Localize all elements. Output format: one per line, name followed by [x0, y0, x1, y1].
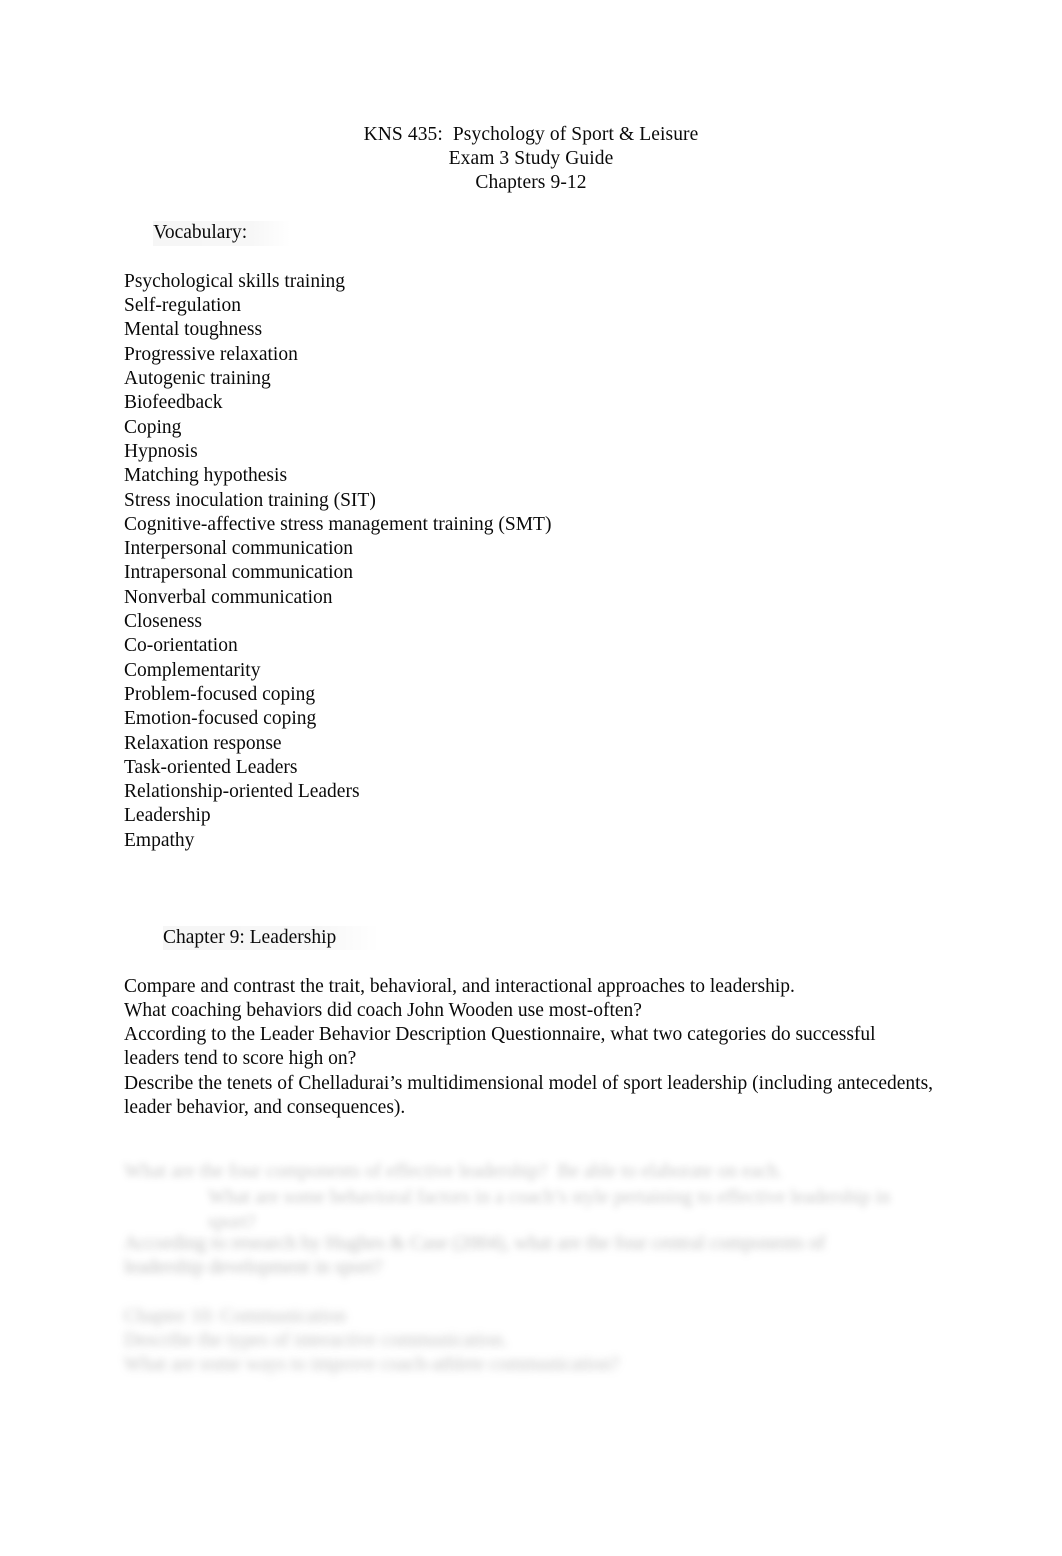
degraded-line: What are the four components of effectiv…: [124, 1161, 783, 1182]
degraded-line: What are some ways to improve coach-athl…: [124, 1354, 620, 1375]
vocabulary-term: Relaxation response: [124, 732, 282, 754]
vocabulary-list: Psychological skills training Self-regul…: [124, 270, 934, 853]
vocabulary-term: Closeness: [124, 611, 202, 633]
chapter-9-heading-text: Chapter 9: Leadership: [163, 925, 381, 951]
vocabulary-term: Empathy: [124, 829, 195, 851]
degraded-line: Chapter 10: Communication: [124, 1306, 347, 1327]
vocabulary-term: Autogenic training: [124, 368, 271, 390]
degraded-line: According to research by Hughes & Case (…: [124, 1233, 826, 1254]
vocabulary-heading-text: Vocabulary:: [153, 221, 292, 246]
vocabulary-term: Psychological skills training: [124, 270, 345, 292]
vocabulary-term: Leadership: [124, 805, 211, 827]
vocabulary-term: Hypnosis: [124, 440, 198, 462]
vocabulary-term: Progressive relaxation: [124, 343, 298, 365]
chapter-9-question: Describe the tenets of Chelladurai’s mul…: [124, 1072, 934, 1118]
title-line-course: KNS 435: Psychology of Sport & Leisure: [363, 124, 699, 145]
degraded-line: leadership development in sport?: [124, 1257, 383, 1278]
document-page: KNS 435: Psychology of Sport & Leisure E…: [0, 0, 1062, 1556]
title-line-chapters: Chapters 9-12: [475, 172, 587, 194]
vocabulary-term: Cognitive-affective stress management tr…: [124, 513, 552, 535]
vocabulary-term: Coping: [124, 416, 182, 438]
chapter-9-heading: Chapter 9: Leadership: [124, 902, 934, 975]
vocabulary-term: Self-regulation: [124, 295, 241, 317]
degraded-line: What are some behavioral factors in a co…: [208, 1187, 891, 1208]
vocabulary-term: Problem-focused coping: [124, 683, 316, 705]
vocabulary-term: Task-oriented Leaders: [124, 756, 298, 778]
vocabulary-term: Matching hypothesis: [124, 465, 288, 487]
vocabulary-term: Mental toughness: [124, 319, 263, 341]
title-line-exam: Exam 3 Study Guide: [448, 148, 614, 170]
degraded-line: Describe the types of interactive commun…: [124, 1330, 508, 1351]
vocabulary-term: Co-orientation: [124, 635, 238, 657]
vocabulary-term: Biofeedback: [124, 392, 223, 414]
chapter-9-question: Compare and contrast the trait, behavior…: [124, 975, 795, 997]
degraded-ghost-line: [424, 1007, 1044, 1031]
vocabulary-term: Relationship-oriented Leaders: [124, 781, 360, 803]
vocabulary-term: Intrapersonal communication: [124, 562, 354, 584]
vocabulary-term: Stress inoculation training (SIT): [124, 489, 376, 511]
document-title-block: KNS 435: Psychology of Sport & Leisure E…: [0, 123, 1062, 196]
document-body: Vocabulary: Psychological skills trainin…: [124, 197, 934, 1120]
vocabulary-heading: Vocabulary:: [124, 197, 934, 270]
vocabulary-term: Emotion-focused coping: [124, 708, 317, 730]
vocabulary-term: Interpersonal communication: [124, 538, 354, 560]
vocabulary-term: Complementarity: [124, 659, 261, 681]
vocabulary-term: Nonverbal communication: [124, 586, 333, 608]
